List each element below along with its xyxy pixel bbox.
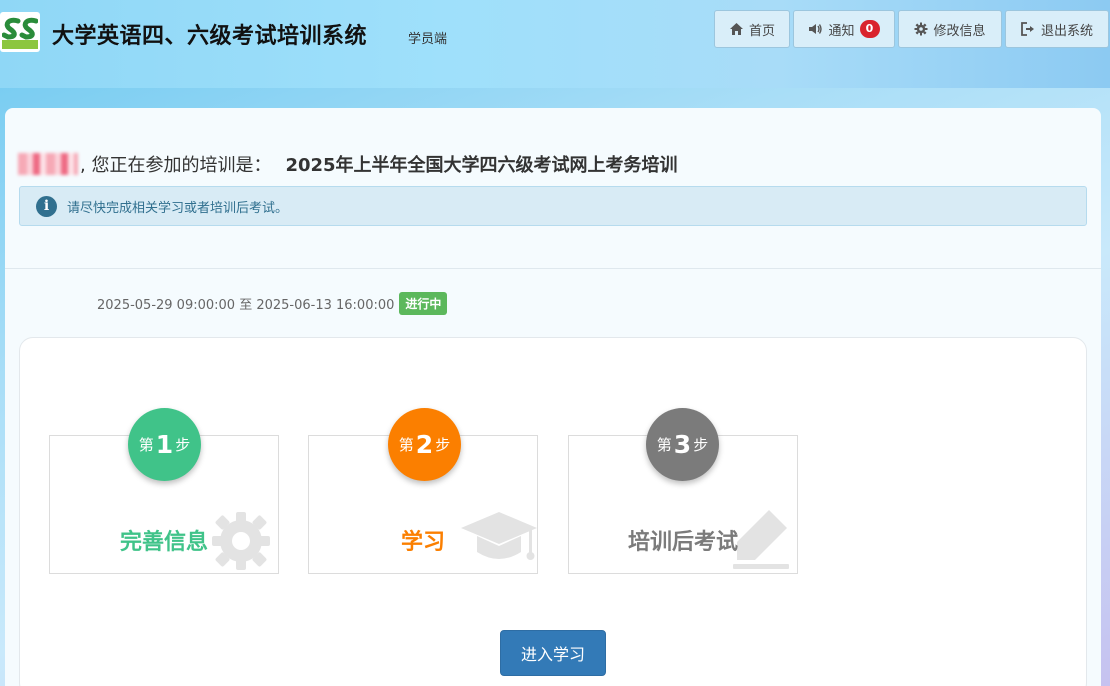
divider: [5, 268, 1101, 269]
alert-text: 请尽快完成相关学习或者培训后考试。: [67, 200, 289, 216]
step-title-1: 完善信息: [119, 530, 208, 555]
step-number-1: 第 1 步: [128, 408, 201, 481]
edit-info-label: 修改信息: [933, 23, 986, 39]
info-alert: i 请尽快完成相关学习或者培训后考试。: [19, 186, 1087, 226]
enter-study-button[interactable]: 进入学习: [500, 630, 606, 676]
status-badge: 进行中: [399, 291, 448, 315]
notice-button[interactable]: 通知 0: [793, 10, 895, 48]
step-number-3: 第 3 步: [646, 408, 719, 481]
training-name: 2025年上半年全国大学四六级考试网上考务培训: [285, 155, 678, 176]
app-title: 大学英语四、六级考试培训系统: [52, 24, 368, 49]
notice-count-badge: 0: [859, 20, 880, 38]
home-label: 首页: [748, 23, 775, 39]
step-title-2: 学习: [400, 530, 445, 555]
schedule-line: 2025-05-29 09:00:00 至 2025-06-13 16:00:0…: [97, 291, 448, 315]
step-2-suffix: 步: [435, 436, 451, 454]
home-icon: [729, 22, 744, 36]
speaker-icon: [808, 22, 823, 36]
home-button[interactable]: 首页: [714, 10, 790, 48]
logo-icon: [0, 12, 40, 52]
top-header: 大学英语四、六级考试培训系统 学员端 首页 通知 0 修改信息 退出系统: [0, 0, 1110, 88]
gear-icon: [914, 22, 928, 36]
welcome-prefix: , 您正在参加的培训是：: [80, 155, 272, 176]
welcome-line: , 您正在参加的培训是： 2025年上半年全国大学四六级考试网上考务培训: [18, 152, 678, 176]
schedule-range: 2025-05-29 09:00:00 至 2025-06-13 16:00:0…: [97, 297, 395, 313]
step-title-3: 培训后考试: [627, 530, 738, 555]
logout-label: 退出系统: [1040, 23, 1093, 39]
step-1-suffix: 步: [175, 436, 191, 454]
step-3-suffix: 步: [693, 436, 709, 454]
logout-button[interactable]: 退出系统: [1005, 10, 1109, 48]
step-1-number: 1: [155, 430, 174, 459]
step-1-prefix: 第: [138, 436, 154, 454]
app-subtitle: 学员端: [408, 32, 448, 47]
edit-info-button[interactable]: 修改信息: [898, 10, 1002, 48]
user-name-redacted: [18, 153, 78, 175]
step-3-number: 3: [673, 430, 692, 459]
step-number-2: 第 2 步: [388, 408, 461, 481]
step-3-prefix: 第: [656, 436, 672, 454]
notice-label: 通知: [828, 23, 855, 39]
step-2-prefix: 第: [398, 436, 414, 454]
step-2-number: 2: [415, 430, 434, 459]
info-icon: i: [36, 195, 57, 217]
logout-icon: [1021, 22, 1036, 36]
